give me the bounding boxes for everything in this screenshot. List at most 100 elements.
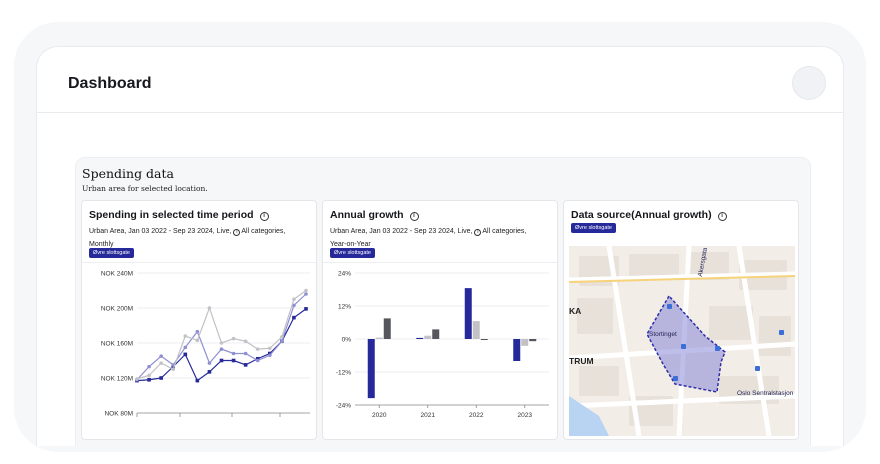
data-point <box>267 346 272 351</box>
location-badge[interactable]: Øvre slottsgate <box>571 223 616 233</box>
panel-title: Spending data <box>82 166 174 181</box>
bar-chart: 24% 12% 0% -12% -24% 2020 2021 2022 2023 <box>336 271 549 419</box>
data-point <box>219 358 224 363</box>
data-point <box>135 377 139 381</box>
y-tick-label: -24% <box>336 403 351 410</box>
y-tick-label: 0% <box>342 337 352 344</box>
data-point <box>280 339 284 344</box>
map-label-trum: TRUM <box>569 356 594 366</box>
data-point <box>207 370 212 374</box>
data-point <box>159 361 163 365</box>
y-tick-label: NOK 240M <box>101 271 133 278</box>
card-header: Spending in selected time period i Urban … <box>82 201 316 263</box>
meta-line2: Year-on-Year <box>330 241 371 248</box>
data-point <box>243 339 248 344</box>
y-tick-label: NOK 200M <box>101 306 133 313</box>
meta-line1: Urban Area, Jan 03 2022 - Sep 23 2024, L… <box>330 228 473 235</box>
data-point <box>171 367 176 372</box>
y-tick-label: 24% <box>338 271 351 278</box>
map-label-stortinget: Stortinget <box>649 331 677 338</box>
panel-subtitle: Urban area for selected location. <box>82 184 208 193</box>
data-point <box>159 354 163 358</box>
y-tick-label: 12% <box>338 304 351 311</box>
meta-line1: Urban Area, Jan 03 2022 - Sep 23 2024, L… <box>89 228 232 235</box>
bar <box>521 339 529 346</box>
map-label-sentralstasjon: Oslo Sentralstasjon <box>737 390 794 397</box>
data-point <box>195 378 200 383</box>
meta-tail: All categories, <box>482 228 527 235</box>
data-point <box>292 297 296 302</box>
data-point <box>304 292 308 296</box>
data-point <box>147 373 151 378</box>
line-chart: NOK 240M NOK 200M NOK 160M NOK 120M NOK 80M <box>101 271 310 418</box>
bar <box>375 337 383 339</box>
map[interactable]: Stortinget TRUM KA Oslo Sentralstasjon A… <box>569 246 795 436</box>
info-small-icon: i <box>474 229 482 236</box>
data-point <box>195 338 200 343</box>
bar <box>424 335 432 339</box>
data-point <box>183 345 188 350</box>
data-point <box>292 315 296 320</box>
meta-tail: All categories, <box>241 228 286 235</box>
data-point <box>219 347 224 351</box>
data-point <box>243 363 248 367</box>
card-title-text: Data source(Annual growth) <box>571 209 712 221</box>
bar <box>472 321 480 339</box>
data-point <box>280 335 284 339</box>
data-point <box>219 341 224 345</box>
card-title-text: Spending in selected time period <box>89 209 254 221</box>
map-canvas <box>569 246 795 436</box>
data-point <box>243 351 248 356</box>
location-badge[interactable]: Øvre slottsgate <box>89 248 134 258</box>
x-tick-label: 2020 <box>372 412 387 419</box>
info-icon[interactable]: i <box>259 212 269 221</box>
y-tick-label: -12% <box>336 370 351 377</box>
data-point <box>183 334 188 338</box>
card-title: Annual growth i <box>330 209 419 221</box>
card-header: Annual growth i Urban Area, Jan 03 2022 -… <box>323 201 557 263</box>
card-title: Data source(Annual growth) i <box>571 209 727 221</box>
bar <box>529 339 537 342</box>
app-window: Dashboard Spending data Urban area for s… <box>36 46 844 446</box>
data-point <box>207 361 212 365</box>
y-tick-label: NOK 80M <box>104 411 133 418</box>
map-label-ka: KA <box>569 306 582 316</box>
bar <box>480 339 488 340</box>
data-point <box>255 358 260 363</box>
location-badge[interactable]: Øvre slottsgate <box>330 248 375 258</box>
avatar[interactable] <box>792 66 826 100</box>
map-card: Data source(Annual growth) i Øvre slottsg… <box>563 200 799 440</box>
spending-panel: Spending data Urban area for selected lo… <box>75 157 811 446</box>
spending-card: Spending in selected time period i Urban … <box>81 200 317 440</box>
growth-card: Annual growth i Urban Area, Jan 03 2022 -… <box>322 200 558 440</box>
data-point <box>267 353 272 358</box>
data-point <box>207 306 212 310</box>
bar <box>367 339 375 399</box>
data-point <box>255 347 260 351</box>
x-tick-label: 2023 <box>518 412 533 419</box>
data-point <box>159 376 163 380</box>
series-line <box>136 290 307 380</box>
data-point <box>231 336 236 341</box>
info-icon[interactable]: i <box>717 212 727 221</box>
y-tick-label: NOK 160M <box>101 341 133 348</box>
data-point <box>231 351 236 356</box>
data-point <box>183 352 188 357</box>
data-point <box>304 288 308 293</box>
data-point <box>147 377 151 382</box>
bar <box>432 329 440 339</box>
x-tick-label: 2021 <box>421 412 436 419</box>
card-title: Spending in selected time period i <box>89 209 269 221</box>
data-point <box>195 329 200 334</box>
info-icon[interactable]: i <box>409 212 419 221</box>
bar <box>383 318 391 339</box>
card-title-text: Annual growth <box>330 209 404 221</box>
y-tick-label: NOK 120M <box>101 376 133 383</box>
data-point <box>231 358 236 363</box>
data-point <box>147 364 151 369</box>
meta-line2: Monthly <box>89 241 114 248</box>
bar <box>513 339 521 361</box>
bar <box>464 288 472 339</box>
info-small-icon: i <box>233 229 241 236</box>
page-title: Dashboard <box>68 75 152 92</box>
